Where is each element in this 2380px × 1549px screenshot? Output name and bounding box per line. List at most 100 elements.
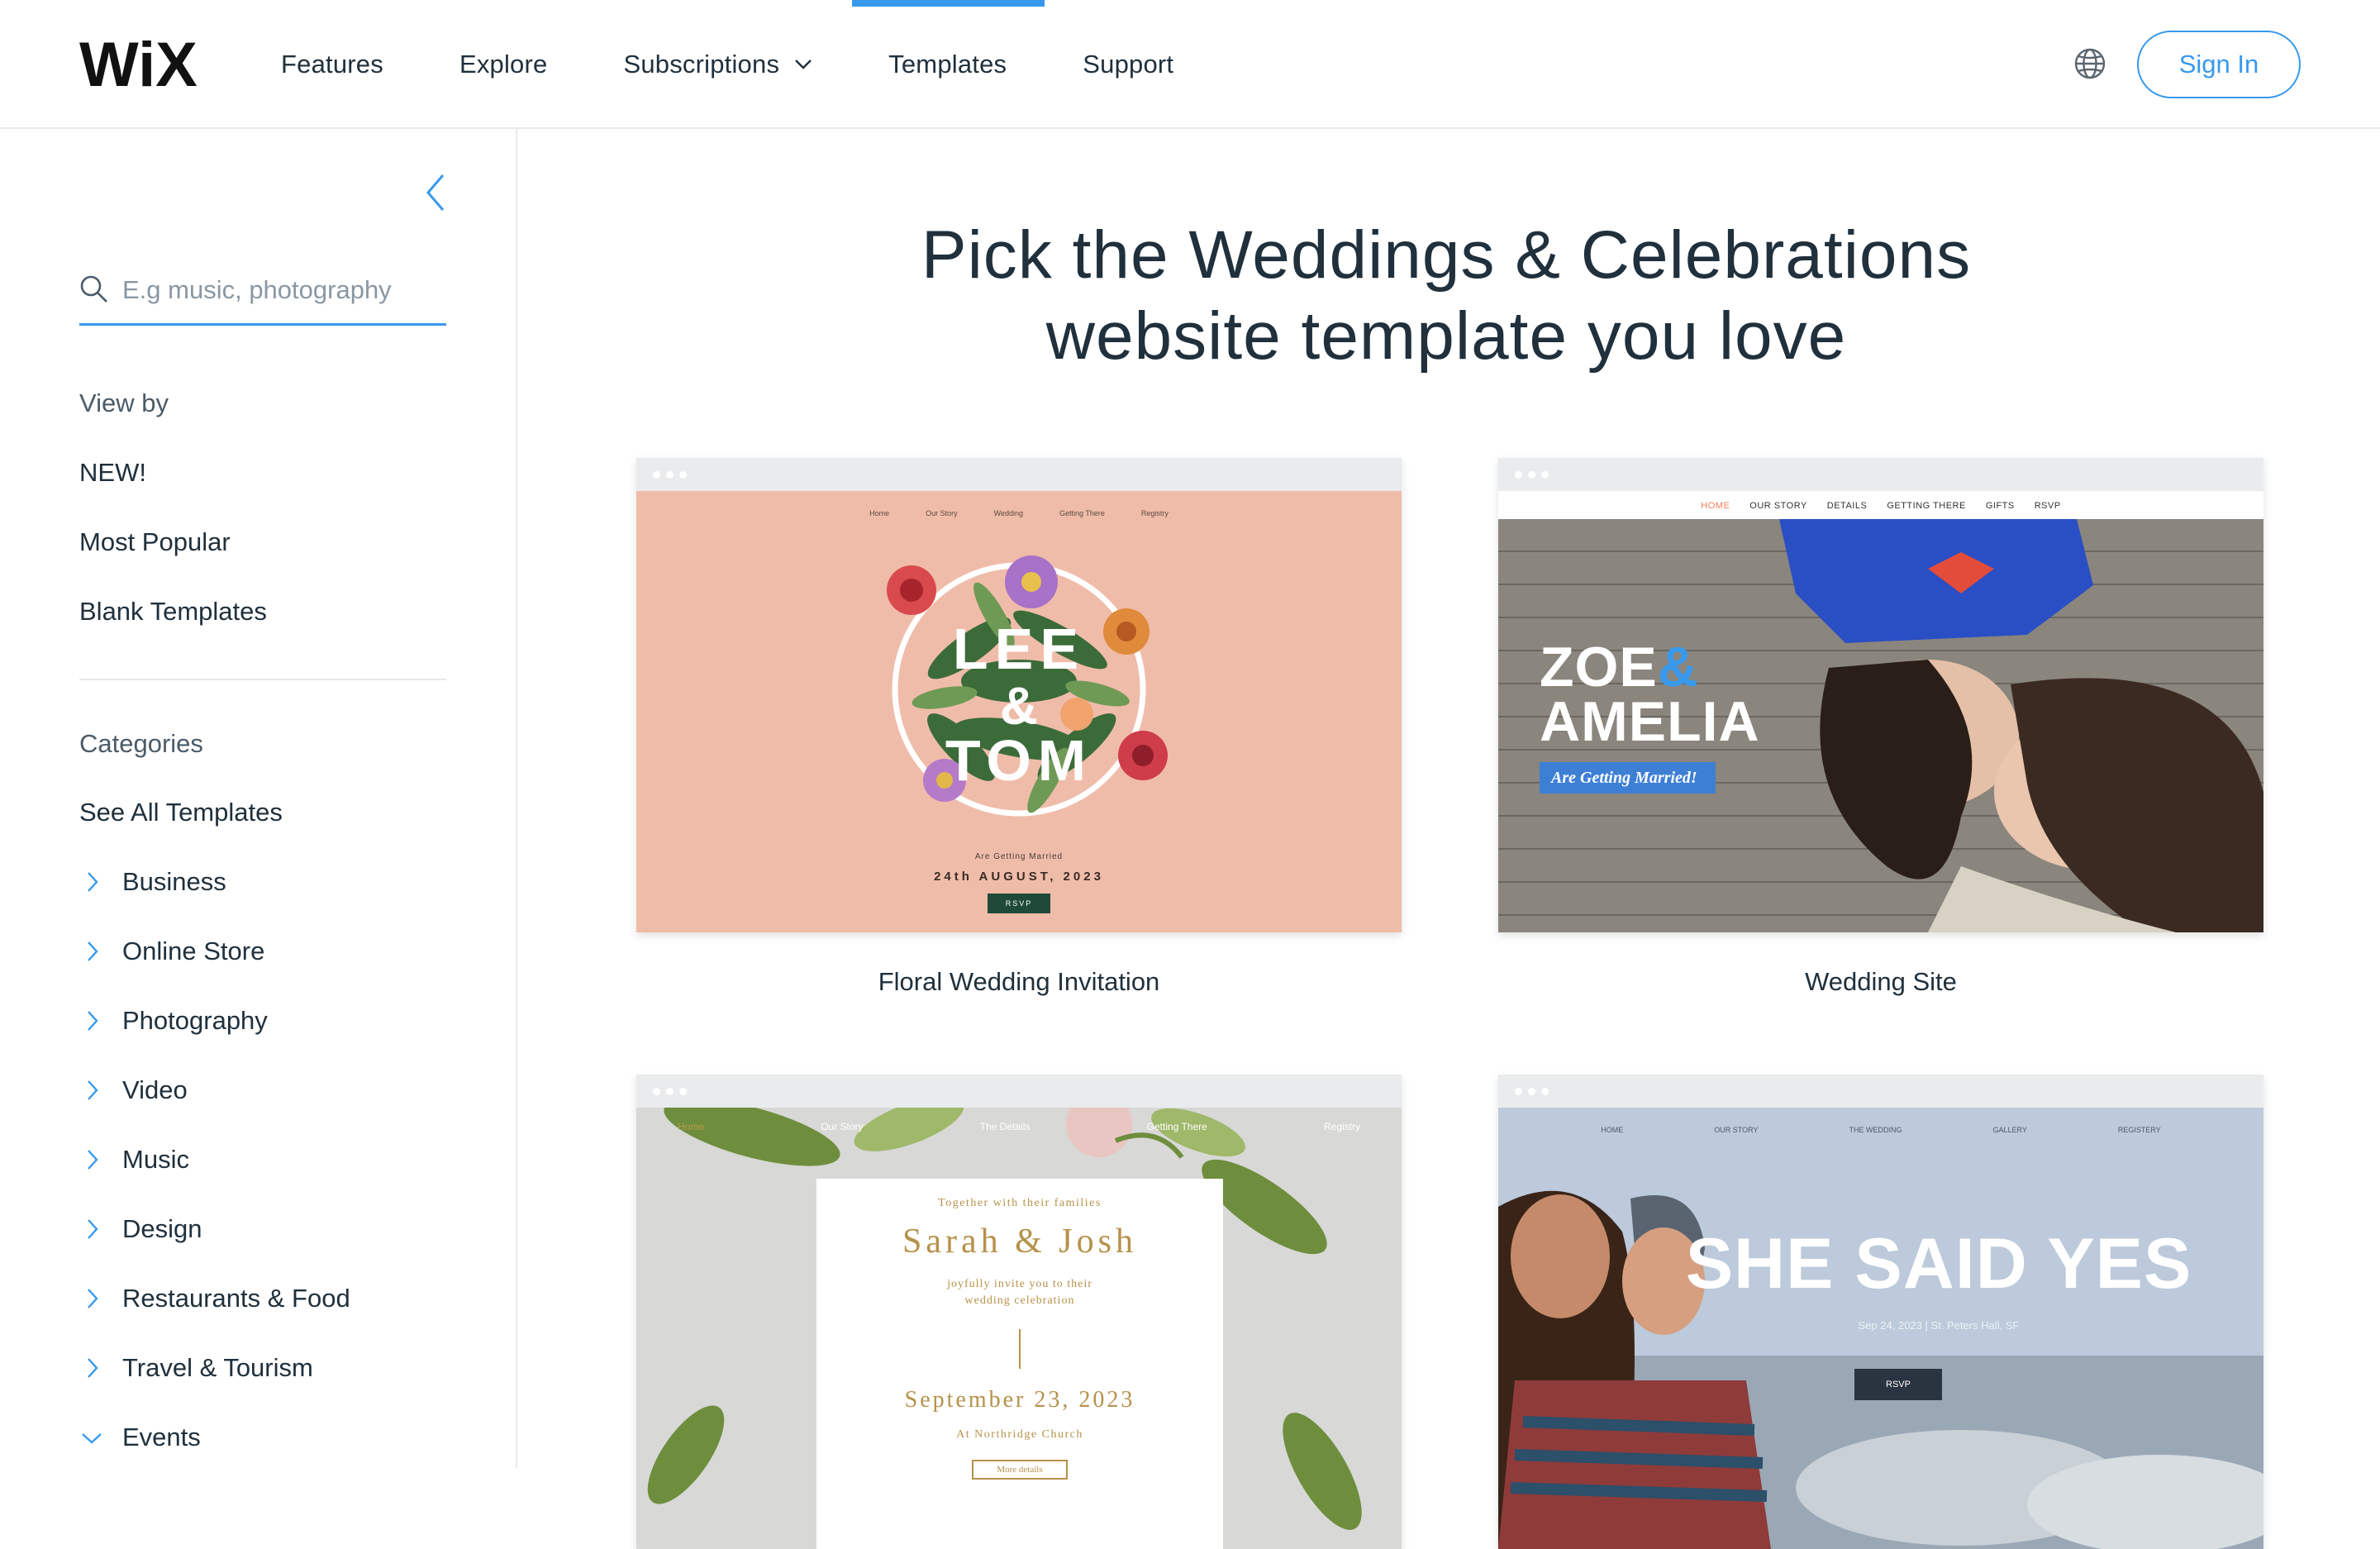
template-card-sarah-josh: Home Our Story The Details Getting There… — [636, 1075, 1402, 1549]
nav-support-label: Support — [1083, 50, 1174, 79]
nav-support[interactable]: Support — [1083, 0, 1173, 129]
category-label: Travel & Tourism — [122, 1353, 313, 1382]
template-card-floral-wedding: Home Our Story Wedding Getting There Reg… — [636, 458, 1402, 1020]
view-most-popular-link[interactable]: Most Popular — [79, 527, 231, 557]
category-video[interactable]: Video — [79, 1075, 188, 1105]
chevron-down-icon — [795, 60, 812, 69]
preview-nav-item: Registry — [1140, 509, 1169, 517]
template-preview[interactable]: Home Our Story The Details Getting There… — [636, 1075, 1402, 1549]
top-navigation-bar: WiX Features Explore Subscriptions Templ… — [0, 0, 2380, 129]
preview-nav-item: Getting There — [1059, 509, 1105, 517]
category-label: Business — [122, 867, 226, 896]
preview-nav-item: Getting There — [1146, 1121, 1207, 1132]
preview-name1: ZOE — [1540, 636, 1658, 698]
preview-ribbon: Are Getting Married! — [1540, 762, 1716, 794]
preview-nav-item: HOME — [1601, 1126, 1624, 1134]
nav-explore[interactable]: Explore — [459, 0, 548, 129]
invitation-card: Together with their families Sarah & Jos… — [816, 1179, 1223, 1549]
preview-rsvp-button: RSVP — [988, 894, 1050, 913]
category-label: Music — [122, 1145, 189, 1174]
search-icon — [80, 275, 107, 303]
template-preview[interactable]: Home Our Story Wedding Getting There Reg… — [636, 458, 1402, 932]
card-divider — [1019, 1329, 1021, 1369]
view-by-heading: View by — [79, 388, 169, 417]
wix-logo[interactable]: WiX — [79, 36, 205, 91]
preview-intro: Together with their families — [938, 1197, 1102, 1209]
template-card-she-said-yes: HOME OUR STORY THE WEDDING GALLERY REGIS… — [1498, 1075, 2263, 1549]
preview-nav-item: Home — [869, 509, 890, 517]
see-all-templates-link[interactable]: See All Templates — [79, 798, 283, 827]
preview-nav-item: Registry — [1323, 1121, 1360, 1132]
category-photography[interactable]: Photography — [79, 1006, 268, 1036]
nav-templates[interactable]: Templates — [852, 0, 1045, 129]
template-title[interactable]: Wedding Site — [1498, 967, 2263, 997]
template-preview[interactable]: HOME OUR STORY THE WEDDING GALLERY REGIS… — [1498, 1075, 2263, 1549]
category-music[interactable]: Music — [79, 1145, 189, 1175]
category-design[interactable]: Design — [79, 1214, 202, 1244]
preview-nav-item: GIFTS — [1985, 501, 2015, 511]
browser-chrome — [1498, 1075, 2263, 1108]
category-label: Online Store — [122, 937, 265, 965]
view-new-link[interactable]: NEW! — [79, 458, 146, 488]
nav-features[interactable]: Features — [281, 0, 383, 129]
category-travel-tourism[interactable]: Travel & Tourism — [79, 1353, 313, 1383]
nav-subscriptions[interactable]: Subscriptions — [623, 0, 812, 129]
category-events[interactable]: Events — [79, 1423, 201, 1452]
sign-in-label: Sign In — [2178, 50, 2259, 79]
preview-amp: & — [1000, 676, 1038, 736]
sidebar-divider — [79, 679, 446, 680]
page-title-line-1: Pick the Weddings & Celebrations — [921, 217, 1972, 293]
preview-screenshot: HOME OUR STORY DETAILS GETTING THERE GIF… — [1498, 491, 2263, 932]
chevron-right-icon — [88, 1358, 98, 1378]
preview-date: 24th AUGUST, 2023 — [934, 870, 1104, 884]
chevron-right-icon — [88, 941, 98, 961]
preview-name2: TOM — [945, 728, 1092, 793]
category-restaurants-food[interactable]: Restaurants & Food — [79, 1284, 350, 1313]
preview-nav-item: REGISTERY — [2117, 1126, 2161, 1134]
preview-screenshot: HOME OUR STORY THE WEDDING GALLERY REGIS… — [1498, 1108, 2263, 1549]
category-online-store[interactable]: Online Store — [79, 937, 264, 966]
preview-nav-item: HOME — [1701, 501, 1730, 511]
globe-icon[interactable] — [2073, 46, 2107, 81]
preview-date: Sep 24, 2023 — [1858, 1319, 1922, 1332]
preview-nav-item: GETTING THERE — [1887, 501, 1966, 511]
nav-subscriptions-label: Subscriptions — [623, 50, 780, 79]
nav-templates-label: Templates — [888, 50, 1007, 79]
page-title: Pick the Weddings & Celebrations website… — [529, 215, 2363, 377]
template-search — [79, 268, 446, 326]
preview-screenshot: Home Our Story The Details Getting There… — [636, 1108, 1402, 1549]
filter-sidebar: View by NEW! Most Popular Blank Template… — [0, 129, 517, 1468]
preview-date: September 23, 2023 — [904, 1387, 1135, 1413]
template-preview[interactable]: HOME OUR STORY DETAILS GETTING THERE GIF… — [1498, 458, 2263, 932]
preview-nav-item: OUR STORY — [1749, 501, 1807, 511]
chevron-right-icon — [88, 1219, 98, 1239]
main-nav: Features Explore Subscriptions Templates… — [281, 0, 1250, 129]
logo-text: WiX — [79, 36, 198, 91]
view-blank-templates-link[interactable]: Blank Templates — [79, 597, 267, 627]
category-label: Video — [122, 1075, 188, 1104]
collapse-sidebar-icon[interactable] — [421, 172, 451, 213]
preview-name1: LEE — [953, 617, 1085, 681]
preview-nav-item: DETAILS — [1826, 501, 1868, 511]
sign-in-button[interactable]: Sign In — [2137, 31, 2301, 98]
preview-details-button: More details — [972, 1460, 1068, 1480]
browser-chrome — [1498, 458, 2263, 491]
preview-nav: Home Our Story Wedding Getting There Reg… — [636, 509, 1402, 517]
preview-nav-item: GALLERY — [1992, 1126, 2027, 1134]
category-business[interactable]: Business — [79, 867, 226, 897]
search-input[interactable] — [122, 269, 445, 311]
preview-nav-item: RSVP — [2034, 501, 2061, 511]
template-title[interactable]: Floral Wedding Invitation — [636, 967, 1402, 997]
preview-subtitle: Are Getting Married — [974, 852, 1064, 861]
preview-screenshot: Home Our Story Wedding Getting There Reg… — [636, 491, 1402, 932]
preview-nav-item: Our Story — [821, 1121, 864, 1132]
preview-invite-line1: joyfully invite you to their — [947, 1278, 1092, 1290]
preview-name2: AMELIA — [1540, 690, 1760, 753]
categories-heading: Categories — [79, 729, 203, 758]
page-title-line-2: website template you love — [1045, 298, 1847, 374]
chevron-right-icon — [88, 1289, 98, 1308]
preview-nav: HOME OUR STORY DETAILS GETTING THERE GIF… — [1498, 501, 2263, 511]
chevron-right-icon — [88, 872, 98, 892]
preview-venue: St. Peters Hall, SF — [1930, 1319, 2020, 1332]
preview-names: Sarah & Josh — [902, 1223, 1137, 1261]
